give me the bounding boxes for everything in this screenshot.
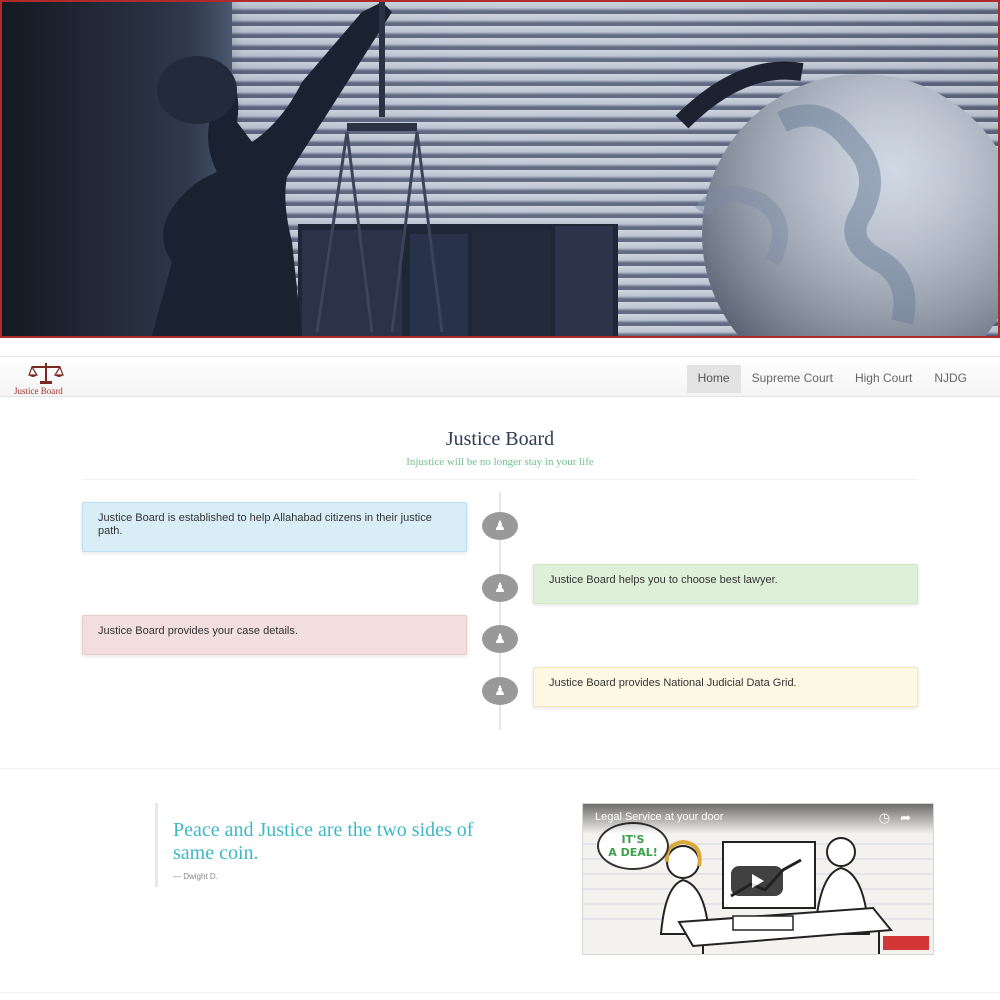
chess-piece-icon: ♟	[494, 518, 506, 533]
timeline-badge: ♟	[482, 512, 518, 540]
hero-banner	[0, 0, 1000, 338]
clock-icon[interactable]: ◷	[879, 810, 900, 825]
footer-divider	[0, 992, 1000, 993]
timeline-text: Justice Board provides National Judicial…	[549, 677, 797, 689]
nav-item-home[interactable]: Home	[686, 365, 741, 393]
timeline-badge: ♟	[482, 625, 518, 653]
page-title: Justice Board	[445, 428, 555, 450]
timeline-badge: ♟	[482, 574, 518, 602]
section-divider	[0, 768, 1000, 769]
speech-bubble-line: IT'S	[621, 833, 645, 846]
chess-piece-icon: ♟	[494, 683, 506, 698]
timeline-panel: Justice Board provides your case details…	[82, 615, 467, 655]
channel-logo	[883, 936, 929, 950]
chess-piece-icon: ♟	[494, 631, 506, 646]
timeline-text: Justice Board helps you to choose best l…	[549, 574, 778, 586]
quote-block: Peace and Justice are the two sides of s…	[155, 803, 485, 887]
brand-logo[interactable]: Justice Board	[6, 359, 86, 397]
quote-author: — Dwight D.	[173, 872, 218, 881]
timeline-text: Justice Board provides your case details…	[98, 625, 298, 637]
timeline-text: Justice Board is established to help All…	[98, 512, 432, 537]
title-divider	[82, 479, 918, 480]
speech-bubble-line: A DEAL!	[608, 846, 658, 859]
nav-item-supreme-court[interactable]: Supreme Court	[741, 365, 844, 393]
timeline-badge: ♟	[482, 677, 518, 705]
hero-illustration	[152, 2, 998, 336]
chess-piece-icon: ♟	[494, 580, 506, 595]
video-title[interactable]: Legal Service at your door	[595, 811, 723, 823]
brand-name: Justice Board	[14, 386, 63, 396]
main-nav: Home Supreme Court High Court NJDG	[686, 365, 978, 393]
video-controls: ◷➦	[879, 810, 921, 826]
scales-of-justice-icon	[28, 363, 64, 384]
timeline-panel: Justice Board is established to help All…	[82, 502, 467, 552]
quote-text: Peace and Justice are the two sides of s…	[173, 819, 474, 864]
page-tagline: Injustice will be no longer stay in your…	[406, 456, 594, 468]
timeline-panel: Justice Board provides National Judicial…	[533, 667, 918, 707]
nav-item-njdg[interactable]: NJDG	[923, 365, 978, 393]
play-icon[interactable]	[731, 866, 783, 896]
share-icon[interactable]: ➦	[900, 810, 921, 825]
video-embed[interactable]: IT'S A DEAL! Legal Service at your door …	[582, 803, 934, 955]
top-navbar: Justice Board Home Supreme Court High Co…	[0, 356, 1000, 397]
timeline-panel: Justice Board helps you to choose best l…	[533, 564, 918, 604]
nav-item-high-court[interactable]: High Court	[844, 365, 923, 393]
